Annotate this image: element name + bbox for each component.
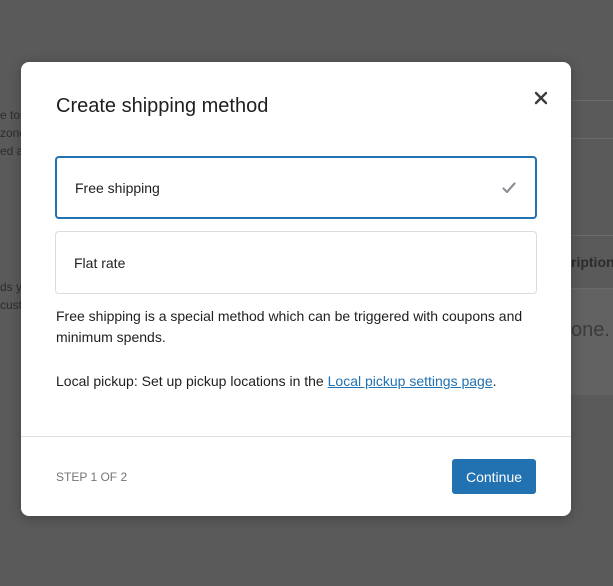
background-column-header: ription — [571, 254, 613, 270]
background-text-fragment: ed a — [0, 144, 24, 158]
background-empty-state-text: one. C — [571, 319, 613, 341]
option-free-shipping[interactable]: Free shipping — [55, 156, 537, 219]
close-button[interactable] — [531, 88, 551, 108]
modal-title: Create shipping method — [56, 95, 269, 117]
create-shipping-method-modal: Create shipping method Free shipping Fla… — [21, 62, 571, 516]
background-text-fragment: e to — [0, 108, 21, 122]
close-icon — [534, 91, 548, 105]
option-label: Free shipping — [75, 180, 160, 196]
background-input-border — [571, 100, 613, 101]
background-input-border — [571, 138, 613, 139]
local-pickup-suffix: . — [492, 373, 497, 389]
local-pickup-prefix: Local pickup: Set up pickup locations in… — [56, 373, 328, 389]
footer-divider — [21, 436, 571, 437]
background-text-fragment: ds y — [0, 280, 23, 294]
option-label: Flat rate — [74, 255, 126, 271]
local-pickup-settings-link[interactable]: Local pickup settings page — [328, 373, 493, 389]
step-indicator: STEP 1 OF 2 — [56, 470, 128, 484]
background-text-fragment: cust — [0, 298, 23, 312]
checkmark-icon — [502, 182, 516, 194]
background-empty-state-panel — [571, 289, 613, 395]
local-pickup-note: Local pickup: Set up pickup locations in… — [56, 371, 536, 392]
continue-button[interactable]: Continue — [452, 459, 536, 494]
option-flat-rate[interactable]: Flat rate — [55, 231, 537, 294]
method-description: Free shipping is a special method which … — [56, 308, 523, 345]
background-table-border — [571, 235, 613, 236]
